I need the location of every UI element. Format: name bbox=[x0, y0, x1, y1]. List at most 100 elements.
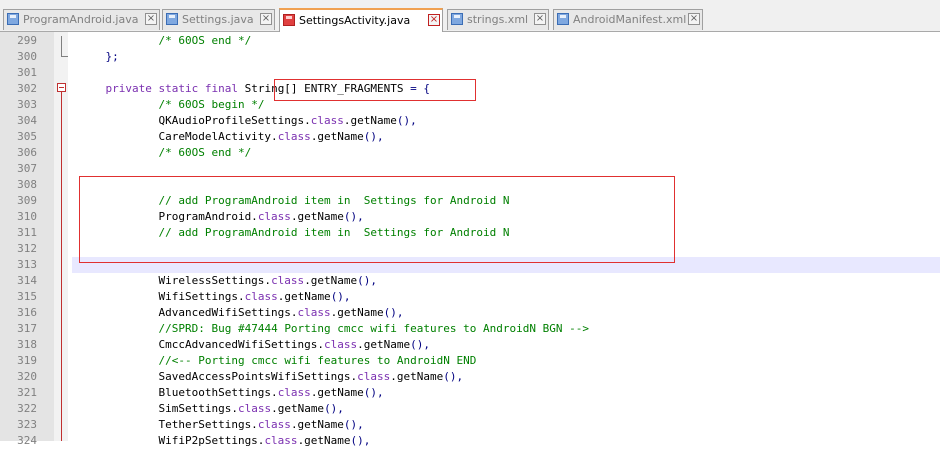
close-icon[interactable]: × bbox=[145, 13, 157, 25]
line-number: 324 bbox=[17, 434, 37, 447]
code-token: .getName bbox=[304, 274, 358, 287]
code-line[interactable]: private static final String[] ENTRY_FRAG… bbox=[79, 81, 939, 97]
code-token: .getName bbox=[277, 290, 331, 303]
code-comment: /* 60OS end */ bbox=[158, 146, 252, 159]
tab-label: Settings.java bbox=[182, 13, 254, 26]
code-token: .getName bbox=[357, 338, 411, 351]
fold-collapse-icon[interactable] bbox=[57, 83, 66, 92]
code-token: WirelessSettings. bbox=[79, 274, 272, 287]
code-keyword: class bbox=[271, 274, 305, 287]
code-token: CmccAdvancedWifiSettings. bbox=[79, 338, 325, 351]
tab-label: AndroidManifest.xml bbox=[573, 13, 687, 26]
file-save-icon bbox=[7, 13, 19, 25]
code-line[interactable]: TetherSettings.class.getName(), bbox=[79, 417, 939, 433]
code-token: TetherSettings. bbox=[79, 418, 258, 431]
code-line[interactable]: QKAudioProfileSettings.class.getName(), bbox=[79, 113, 939, 129]
line-number: 309 bbox=[17, 194, 37, 207]
code-line[interactable]: BluetoothSettings.class.getName(), bbox=[79, 385, 939, 401]
tab-programandroid-java[interactable]: ProgramAndroid.java × bbox=[3, 9, 160, 30]
code-token: SimSettings. bbox=[79, 402, 238, 415]
code-line[interactable]: AdvancedWifiSettings.class.getName(), bbox=[79, 305, 939, 321]
tab-strings-xml[interactable]: strings.xml × bbox=[447, 9, 549, 30]
code-keyword: class bbox=[324, 338, 358, 351]
tab-settings-java[interactable]: Settings.java × bbox=[162, 9, 275, 30]
code-keyword: class bbox=[297, 306, 331, 319]
line-number: 303 bbox=[17, 98, 37, 111]
tab-bar: ProgramAndroid.java × Settings.java × Se… bbox=[0, 0, 940, 32]
code-line[interactable]: //<-- Porting cmcc wifi features to Andr… bbox=[79, 353, 939, 369]
code-line[interactable]: CareModelActivity.class.getName(), bbox=[79, 129, 939, 145]
line-number: 307 bbox=[17, 162, 37, 175]
code-token: BluetoothSettings. bbox=[79, 386, 278, 399]
tab-settingsactivity-java[interactable]: SettingsActivity.java × bbox=[279, 8, 443, 32]
code-token: (), bbox=[383, 306, 404, 319]
line-number: 314 bbox=[17, 274, 37, 287]
code-line[interactable]: WirelessSettings.class.getName(), bbox=[79, 273, 939, 289]
code-token: QKAudioProfileSettings. bbox=[79, 114, 311, 127]
code-line[interactable] bbox=[79, 65, 939, 81]
code-token: SavedAccessPointsWifiSettings. bbox=[79, 370, 358, 383]
code-line[interactable]: SavedAccessPointsWifiSettings.class.getN… bbox=[79, 369, 939, 385]
line-number: 311 bbox=[17, 226, 37, 239]
code-token: .getName bbox=[343, 114, 397, 127]
line-number: 321 bbox=[17, 386, 37, 399]
line-number: 306 bbox=[17, 146, 37, 159]
line-number: 316 bbox=[17, 306, 37, 319]
code-token: .getName bbox=[310, 130, 364, 143]
code-token: .getName bbox=[330, 306, 384, 319]
close-icon[interactable]: × bbox=[688, 13, 700, 25]
tab-androidmanifest-xml[interactable]: AndroidManifest.xml × bbox=[553, 9, 703, 30]
code-token: (), bbox=[396, 114, 417, 127]
code-token: CareModelActivity. bbox=[79, 130, 278, 143]
code-line[interactable]: SimSettings.class.getName(), bbox=[79, 401, 939, 417]
code-token: (), bbox=[343, 418, 364, 431]
tab-label: strings.xml bbox=[467, 13, 529, 26]
line-number: 300 bbox=[17, 50, 37, 63]
code-line[interactable]: /* 60OS end */ bbox=[79, 145, 939, 161]
code-token: (), bbox=[363, 130, 384, 143]
code-line[interactable]: WifiP2pSettings.class.getName(), bbox=[79, 433, 939, 449]
close-icon[interactable]: × bbox=[428, 14, 440, 26]
code-token: (), bbox=[410, 338, 431, 351]
code-line[interactable]: }; bbox=[79, 49, 939, 65]
file-save-icon bbox=[557, 13, 569, 25]
line-number: 301 bbox=[17, 66, 37, 79]
line-number: 323 bbox=[17, 418, 37, 431]
code-token: .getName bbox=[390, 370, 444, 383]
line-number: 308 bbox=[17, 178, 37, 191]
line-number: 299 bbox=[17, 34, 37, 47]
code-token: (), bbox=[363, 386, 384, 399]
close-icon[interactable]: × bbox=[260, 13, 272, 25]
code-keyword: class bbox=[310, 114, 344, 127]
code-keyword: private static final bbox=[105, 82, 238, 95]
file-save-icon bbox=[166, 13, 178, 25]
line-number: 312 bbox=[17, 242, 37, 255]
line-number: 310 bbox=[17, 210, 37, 223]
code-keyword: class bbox=[357, 370, 391, 383]
code-comment: //SPRD: Bug #47444 Porting cmcc wifi fea… bbox=[158, 322, 589, 335]
annotation-box-added-code bbox=[79, 176, 675, 263]
code-keyword: class bbox=[277, 130, 311, 143]
code-line[interactable] bbox=[79, 161, 939, 177]
line-number: 304 bbox=[17, 114, 37, 127]
code-comment: /* 60OS end */ bbox=[158, 34, 252, 47]
tab-label: SettingsActivity.java bbox=[299, 14, 411, 27]
code-keyword: class bbox=[257, 418, 291, 431]
code-keyword: class bbox=[237, 402, 272, 415]
code-token: }; bbox=[105, 50, 119, 63]
code-line[interactable]: //SPRD: Bug #47444 Porting cmcc wifi fea… bbox=[79, 321, 939, 337]
code-line[interactable]: /* 60OS end */ bbox=[79, 33, 939, 49]
code-line[interactable]: CmccAdvancedWifiSettings.class.getName()… bbox=[79, 337, 939, 353]
code-token: .getName bbox=[290, 418, 344, 431]
code-line[interactable]: WifiSettings.class.getName(), bbox=[79, 289, 939, 305]
close-icon[interactable]: × bbox=[534, 13, 546, 25]
fold-guide-line bbox=[61, 92, 62, 441]
code-line[interactable]: /* 60OS begin */ bbox=[79, 97, 939, 113]
code-token: .getName bbox=[271, 402, 325, 415]
